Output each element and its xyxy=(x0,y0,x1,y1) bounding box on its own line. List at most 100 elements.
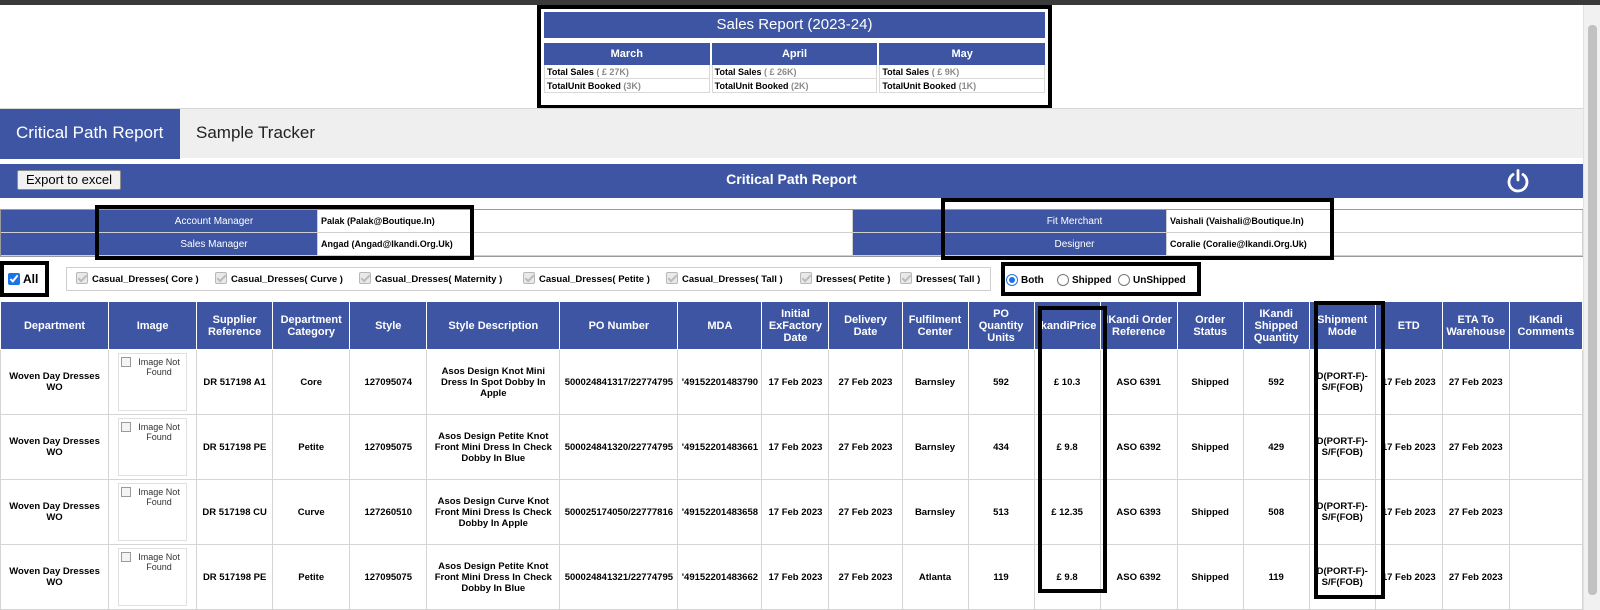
cell-mda: '49152201483661 xyxy=(677,414,763,480)
cell-etd: 17 Feb 2023 xyxy=(1374,479,1443,545)
product-image[interactable]: Image Not Found xyxy=(118,353,188,411)
table-row[interactable]: Woven Day Dresses WO Image Not Found DR 51… xyxy=(0,349,1584,415)
radio-unshipped[interactable]: UnShipped xyxy=(1118,274,1186,288)
filter-dresses-tall[interactable]: Dresses( Tall ) xyxy=(900,272,980,287)
col-ikandi-order-reference[interactable]: IKandi Order Reference xyxy=(1099,301,1178,350)
month-column-march: March Total Sales ( £ 27K) TotalUnit Boo… xyxy=(544,43,710,93)
radio-icon[interactable] xyxy=(1057,274,1069,286)
broken-image-icon xyxy=(121,487,132,497)
col-supplier-reference[interactable]: Supplier Reference xyxy=(196,301,274,350)
col-order-status[interactable]: Order Status xyxy=(1176,301,1244,350)
cell-mda: '49152201483658 xyxy=(677,479,763,545)
cell-mda: '49152201483790 xyxy=(677,349,763,415)
cell-style: 127095075 xyxy=(349,414,428,480)
table-row[interactable]: Woven Day Dresses WO Image Not Found DR 51… xyxy=(0,414,1584,480)
checkbox-icon[interactable] xyxy=(359,272,371,284)
image-alt-text: Image Not Found xyxy=(138,487,180,507)
table-row[interactable]: Woven Day Dresses WO Image Not Found DR 51… xyxy=(0,544,1584,610)
checkbox-icon[interactable] xyxy=(523,272,535,284)
filter-casual-curve[interactable]: Casual_Dresses( Curve ) xyxy=(215,272,343,287)
cell-delivery-date: 27 Feb 2023 xyxy=(828,349,903,415)
col-etd[interactable]: ETD xyxy=(1374,301,1443,350)
col-fulfilment-center[interactable]: Fulfilment Center xyxy=(901,301,969,350)
filter-casual-tall[interactable]: Casual_Dresses( Tall ) xyxy=(666,272,783,287)
cell-supplier-reference: DR 517198 A1 xyxy=(196,349,274,415)
col-po-number[interactable]: PO Number xyxy=(559,301,679,350)
radio-shipped[interactable]: Shipped xyxy=(1057,274,1111,288)
cell-ikandi-price: £ 9.8 xyxy=(1033,414,1101,480)
cell-order-status: Shipped xyxy=(1176,414,1244,480)
col-department[interactable]: Department xyxy=(0,301,110,350)
power-icon[interactable] xyxy=(1505,168,1531,194)
units-booked-value: (3K) xyxy=(623,81,641,91)
cell-department: Woven Day Dresses WO xyxy=(0,349,110,415)
cell-style-description: Asos Design Petite Knot Front Mini Dress… xyxy=(426,414,561,480)
cell-po-number: 500024841317/22774795 xyxy=(559,349,679,415)
filter-casual-maternity[interactable]: Casual_Dresses( Maternity ) xyxy=(359,272,502,287)
total-sales-label: Total Sales xyxy=(547,67,594,77)
cell-fulfilment-center: Barnsley xyxy=(901,479,969,545)
all-checkbox[interactable] xyxy=(8,273,20,285)
cell-delivery-date: 27 Feb 2023 xyxy=(828,479,903,545)
checkbox-icon[interactable] xyxy=(900,272,912,284)
product-image[interactable]: Image Not Found xyxy=(118,418,188,476)
cell-order-status: Shipped xyxy=(1176,349,1244,415)
broken-image-icon xyxy=(121,422,132,432)
checkbox-icon[interactable] xyxy=(666,272,678,284)
filter-casual-core[interactable]: Casual_Dresses( Core ) xyxy=(76,272,199,287)
filter-dresses-petite[interactable]: Dresses( Petite ) xyxy=(800,272,890,287)
cell-department: Woven Day Dresses WO xyxy=(0,544,110,610)
col-po-quantity-units[interactable]: PO Quantity Units xyxy=(967,301,1035,350)
tab-sample-tracker[interactable]: Sample Tracker xyxy=(180,109,331,159)
col-shipment-mode[interactable]: Shipment Mode xyxy=(1308,301,1376,350)
cell-department-category: Petite xyxy=(272,414,351,480)
col-style-description[interactable]: Style Description xyxy=(426,301,561,350)
radio-selected-icon[interactable] xyxy=(1006,274,1018,286)
col-ikandi-shipped-quantity[interactable]: IKandi Shipped Quantity xyxy=(1242,301,1310,350)
fit-merchant-label: Fit Merchant xyxy=(853,210,1167,233)
cell-fulfilment-center: Barnsley xyxy=(901,414,969,480)
cell-initial-exfactory-date: 17 Feb 2023 xyxy=(761,414,830,480)
table-row[interactable]: Woven Day Dresses WO Image Not Found DR 51… xyxy=(0,479,1584,545)
checkbox-icon[interactable] xyxy=(215,272,227,284)
col-initial-exfactory-date[interactable]: Initial ExFactory Date xyxy=(761,301,830,350)
cell-etd: 17 Feb 2023 xyxy=(1374,349,1443,415)
tab-critical-path-report[interactable]: Critical Path Report xyxy=(0,109,180,159)
vertical-scrollbar[interactable] xyxy=(1583,5,1600,610)
broken-image-icon xyxy=(121,552,132,562)
cell-supplier-reference: DR 517198 PE xyxy=(196,414,274,480)
col-ikandi-comments[interactable]: IKandi Comments xyxy=(1508,301,1584,350)
month-name: March xyxy=(544,43,710,65)
cell-shipment-mode: D(PORT-F)-S/F(FOB) xyxy=(1308,544,1376,610)
cell-supplier-reference: DR 517198 PE xyxy=(196,544,274,610)
col-image[interactable]: Image xyxy=(108,301,198,350)
sales-manager-value: Angad (Angad@Ikandi.Org.Uk) xyxy=(318,233,853,256)
export-to-excel-button[interactable]: Export to excel xyxy=(17,170,121,190)
col-style[interactable]: Style xyxy=(349,301,428,350)
account-manager-label: Account Manager xyxy=(1,210,318,233)
filter-casual-petite[interactable]: Casual_Dresses( Petite ) xyxy=(523,272,650,287)
cell-initial-exfactory-date: 17 Feb 2023 xyxy=(761,349,830,415)
designer-value: Coralie (Coralie@Ikandi.Org.Uk) xyxy=(1167,233,1583,256)
col-ikandi-price[interactable]: IkandiPrice xyxy=(1033,301,1101,350)
product-image[interactable]: Image Not Found xyxy=(118,548,188,606)
checkbox-icon[interactable] xyxy=(76,272,88,284)
col-department-category[interactable]: Department Category xyxy=(272,301,351,350)
checkbox-icon[interactable] xyxy=(800,272,812,284)
cell-style-description: Asos Design Knot Mini Dress In Spot Dobb… xyxy=(426,349,561,415)
cell-ikandi-price: £ 12.35 xyxy=(1033,479,1101,545)
cell-ikandi-price: £ 10.3 xyxy=(1033,349,1101,415)
report-tabs: Critical Path Report Sample Tracker xyxy=(0,108,1583,159)
image-alt-text: Image Not Found xyxy=(138,357,180,377)
month-name: May xyxy=(879,43,1045,65)
cell-image: Image Not Found xyxy=(108,544,198,610)
col-delivery-date[interactable]: Delivery Date xyxy=(828,301,903,350)
cell-style: 127095074 xyxy=(349,349,428,415)
units-booked-label: TotalUnit Booked xyxy=(547,81,621,91)
col-eta-to-warehouse[interactable]: ETA To Warehouse xyxy=(1441,301,1510,350)
col-mda[interactable]: MDA xyxy=(677,301,763,350)
product-image[interactable]: Image Not Found xyxy=(118,483,188,541)
radio-icon[interactable] xyxy=(1118,274,1130,286)
radio-both[interactable]: Both xyxy=(1006,274,1044,288)
scrollbar-thumb[interactable] xyxy=(1588,25,1597,595)
